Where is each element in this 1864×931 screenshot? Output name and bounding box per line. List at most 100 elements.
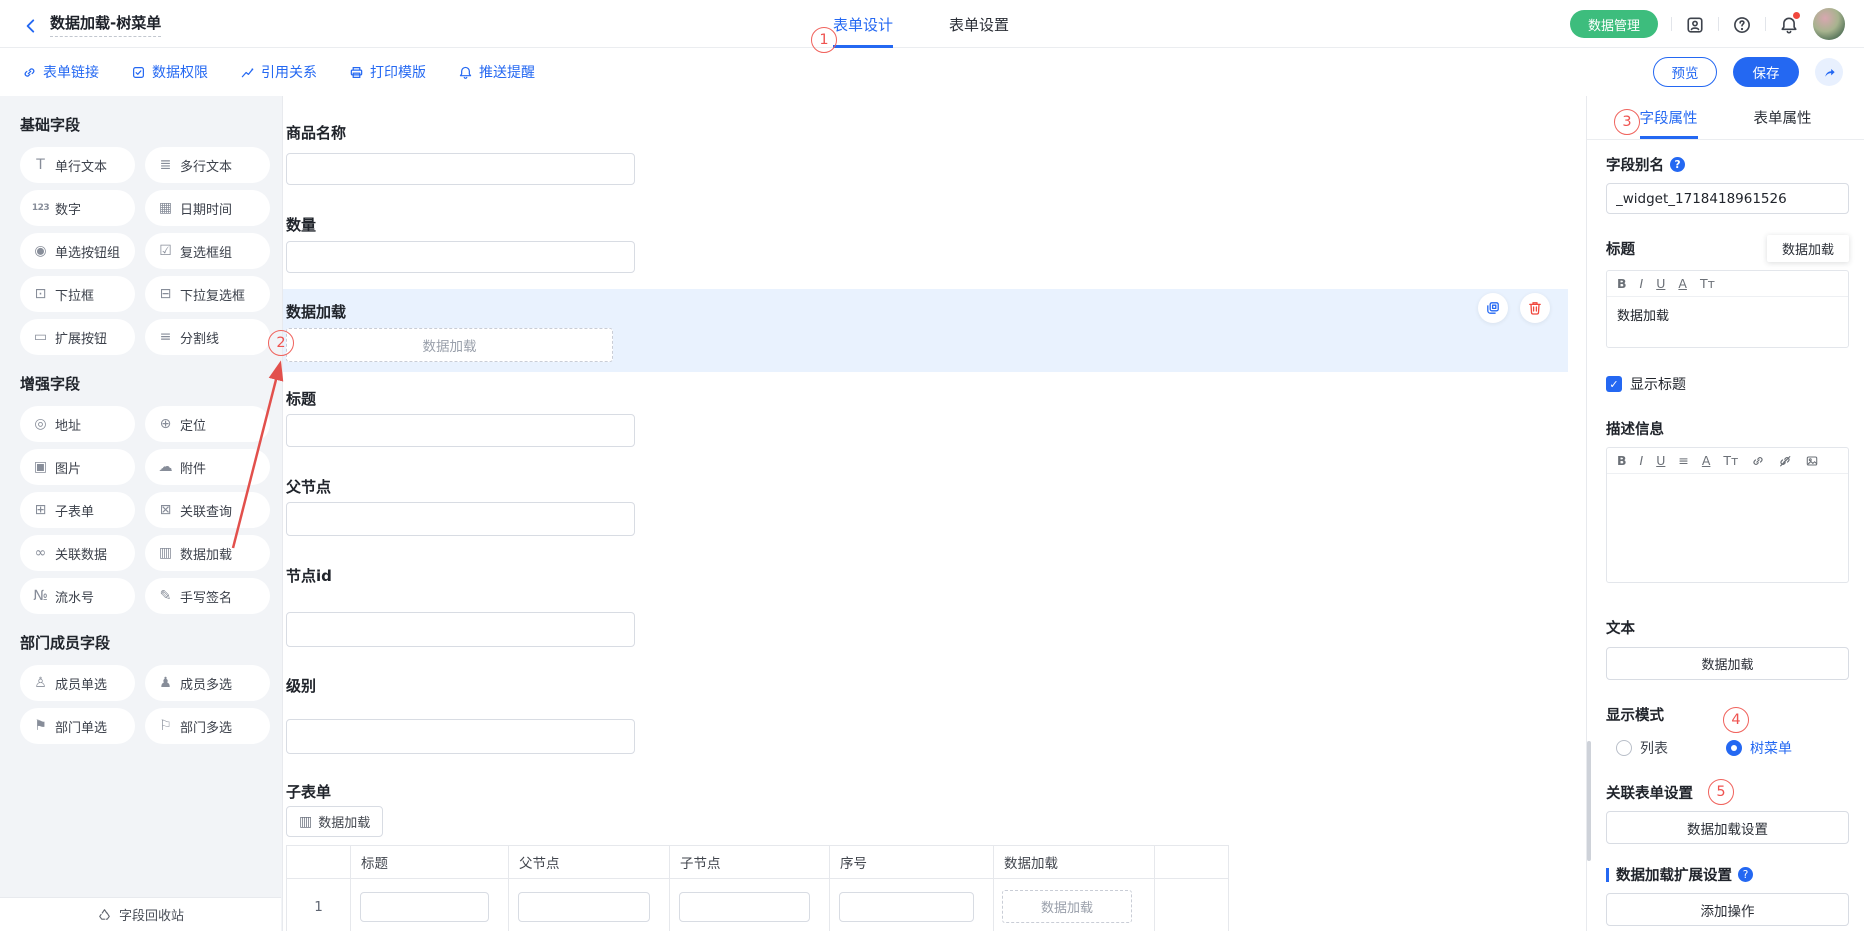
field-recycle-bin[interactable]: 字段回收站 — [0, 897, 281, 931]
node-id-input[interactable] — [286, 612, 635, 647]
field-extend-button[interactable]: ▭扩展按钮 — [20, 319, 135, 355]
field-location[interactable]: ⊕定位 — [145, 406, 270, 442]
field-serial-number[interactable]: №流水号 — [20, 578, 135, 614]
copy-icon — [1485, 300, 1501, 316]
data-permission-button[interactable]: 数据权限 — [131, 62, 208, 82]
remove-link-icon[interactable] — [1778, 454, 1792, 468]
subform-child-input[interactable] — [679, 892, 810, 922]
product-name-input[interactable] — [286, 153, 635, 185]
font-size-button[interactable]: Tт — [1723, 453, 1738, 468]
field-single-text[interactable]: T单行文本 — [20, 147, 135, 183]
selected-field-label: 数据加载 — [286, 301, 346, 322]
tab-form-design[interactable]: 表单设计 — [833, 0, 893, 48]
field-datetime[interactable]: ▦日期时间 — [145, 190, 270, 226]
duplicate-field-button[interactable] — [1478, 293, 1508, 323]
field-select[interactable]: ⊡下拉框 — [20, 276, 135, 312]
field-dept-single[interactable]: ⚑部门单选 — [20, 708, 135, 744]
field-checkbox-group[interactable]: ☑复选框组 — [145, 233, 270, 269]
quantity-input[interactable] — [286, 241, 635, 273]
radio-tree-menu-label[interactable]: 树菜单 — [1750, 738, 1792, 758]
bold-button[interactable]: B — [1617, 276, 1627, 291]
show-title-checkbox[interactable]: ✓ — [1606, 376, 1622, 392]
page-title[interactable]: 数据加载-树菜单 — [50, 12, 161, 37]
delete-field-button[interactable] — [1520, 293, 1550, 323]
contact-card-icon[interactable] — [1685, 14, 1705, 34]
subform-row: 1 数据加载 — [287, 879, 1229, 931]
level-input[interactable] — [286, 719, 635, 754]
align-button[interactable]: ≡ — [1678, 453, 1688, 468]
subform-order-input[interactable] — [839, 892, 974, 922]
avatar[interactable] — [1813, 8, 1845, 40]
bold-button[interactable]: B — [1617, 453, 1627, 468]
preview-button[interactable]: 预览 — [1653, 57, 1717, 87]
tab-form-settings[interactable]: 表单设置 — [949, 0, 1009, 48]
panel-scrollbar[interactable] — [1587, 741, 1591, 861]
radio-list[interactable] — [1616, 740, 1632, 756]
relation-icon — [240, 65, 255, 80]
add-action-button[interactable]: 添加操作 — [1606, 893, 1849, 926]
text-value-box[interactable]: 数据加载 — [1606, 647, 1849, 680]
field-member-single[interactable]: ♙成员单选 — [20, 665, 135, 701]
push-reminder-button[interactable]: 推送提醒 — [458, 62, 535, 82]
title-drag-chip[interactable]: 数据加载 — [1767, 235, 1849, 262]
alias-help-icon[interactable]: ? — [1670, 157, 1685, 172]
underline-button[interactable]: U — [1656, 453, 1665, 468]
subform-title-input[interactable] — [360, 892, 489, 922]
print-template-button[interactable]: 打印模版 — [349, 62, 426, 82]
field-linked-data[interactable]: ∞关联数据 — [20, 535, 135, 571]
notification-bell-icon[interactable] — [1779, 14, 1799, 34]
font-color-button[interactable]: A — [1678, 276, 1687, 291]
font-color-button[interactable]: A — [1702, 453, 1711, 468]
parent-node-input[interactable] — [286, 502, 635, 536]
row-index: 1 — [287, 879, 351, 931]
subform-parent-input[interactable] — [518, 892, 650, 922]
tab-form-properties[interactable]: 表单属性 — [1754, 96, 1812, 139]
italic-button[interactable]: I — [1640, 276, 1644, 291]
insert-image-icon[interactable] — [1805, 454, 1819, 468]
save-button[interactable]: 保存 — [1733, 57, 1799, 87]
description-editor-content[interactable] — [1607, 474, 1848, 582]
reference-relation-button[interactable]: 引用关系 — [240, 62, 317, 82]
form-link-button[interactable]: 表单链接 — [22, 62, 99, 82]
field-member-multi[interactable]: ♟成员多选 — [145, 665, 270, 701]
font-size-button[interactable]: Tт — [1700, 276, 1715, 291]
radio-list-label[interactable]: 列表 — [1640, 738, 1668, 758]
field-dept-multi[interactable]: ⚐部门多选 — [145, 708, 270, 744]
share-button[interactable] — [1815, 58, 1843, 86]
field-subform[interactable]: ⊞子表单 — [20, 492, 135, 528]
field-multi-text[interactable]: ≣多行文本 — [145, 147, 270, 183]
help-icon[interactable] — [1732, 14, 1752, 34]
alias-input[interactable] — [1606, 183, 1849, 214]
field-number[interactable]: 123数字 — [20, 190, 135, 226]
back-icon[interactable] — [22, 15, 40, 33]
tab-field-properties[interactable]: 字段属性 — [1640, 96, 1698, 139]
subform-data-load-button[interactable]: ▥ 数据加载 — [286, 806, 383, 837]
section-dept-member-fields: 部门成员字段 — [20, 632, 269, 653]
field-data-load[interactable]: ▥数据加载 — [145, 535, 270, 571]
field-attachment[interactable]: ☁附件 — [145, 449, 270, 485]
underline-button[interactable]: U — [1656, 276, 1665, 291]
section-basic-fields: 基础字段 — [20, 114, 269, 135]
field-multi-select[interactable]: ⊟下拉复选框 — [145, 276, 270, 312]
field-radio-group[interactable]: ◉单选按钮组 — [20, 233, 135, 269]
field-signature[interactable]: ✎手写签名 — [145, 578, 270, 614]
title-input[interactable] — [286, 414, 635, 447]
field-divider[interactable]: ≡分割线 — [145, 319, 270, 355]
selected-field-data-load[interactable]: 数据加载 数据加载 — [283, 289, 1568, 372]
extend-settings-label: 数据加载扩展设置 — [1616, 864, 1732, 885]
subform-dataload-box[interactable]: 数据加载 — [1002, 890, 1132, 923]
radio-tree-menu[interactable] — [1726, 740, 1742, 756]
title-editor-content[interactable]: 数据加载 — [1607, 297, 1848, 347]
subform-table: 标题 父节点 子节点 序号 数据加载 1 数据加载 — [286, 845, 1229, 931]
data-manage-button[interactable]: 数据管理 — [1570, 10, 1658, 38]
field-image[interactable]: ▣图片 — [20, 449, 135, 485]
italic-button[interactable]: I — [1640, 453, 1644, 468]
target-icon: ⊕ — [156, 416, 175, 432]
alias-label: 字段别名 ? — [1606, 154, 1849, 175]
data-load-settings-button[interactable]: 数据加载设置 — [1606, 811, 1849, 844]
extend-help-icon[interactable]: ? — [1738, 867, 1753, 882]
insert-link-icon[interactable] — [1751, 454, 1765, 468]
data-load-placeholder-box[interactable]: 数据加载 — [286, 328, 613, 362]
field-address[interactable]: ◎地址 — [20, 406, 135, 442]
field-linked-query[interactable]: ⊠关联查询 — [145, 492, 270, 528]
